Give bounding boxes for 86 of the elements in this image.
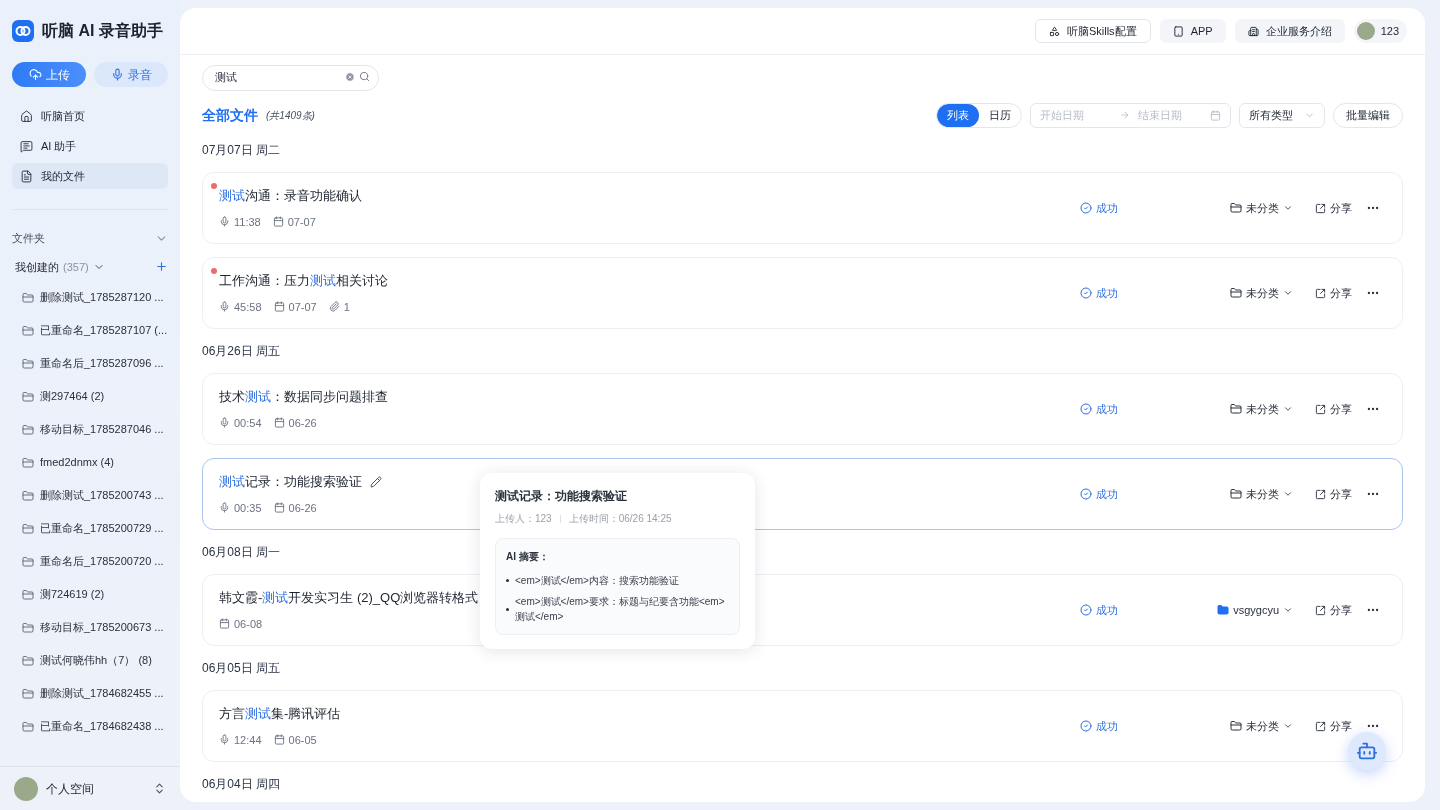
file-title[interactable]: 韩文霞-测试开发实习生 (2)_QQ浏览器转格式 <box>219 588 479 608</box>
status-text: 成功 <box>1096 200 1118 216</box>
file-card[interactable]: 技术测试：数据同步问题排查 00:54 06-26 成功 未分类 分享 <box>202 373 1403 445</box>
folder-select[interactable]: 未分类 <box>1246 400 1279 418</box>
attachment-count: 1 <box>343 299 350 315</box>
date-group-label: 06月04日 周四 <box>202 776 281 793</box>
folder-item[interactable]: fmed2dnmx (4) <box>0 446 180 479</box>
file-title[interactable]: 测试记录：功能搜索验证 <box>219 472 362 492</box>
summary-title: AI 摘要： <box>506 550 550 564</box>
header-button[interactable]: APP <box>1159 19 1226 43</box>
status-text: 成功 <box>1096 602 1118 618</box>
file-date: 06-08 <box>234 616 263 632</box>
share-link[interactable]: 分享 <box>1330 717 1352 735</box>
header-button[interactable]: 企业服务介绍 <box>1234 19 1345 43</box>
nav-item[interactable]: AI 助手 <box>12 133 168 159</box>
file-date: 07-07 <box>287 214 316 230</box>
search-field[interactable]: 测试 <box>202 64 379 91</box>
file-date: 06-05 <box>288 732 317 748</box>
type-select[interactable]: 所有类型 <box>1239 102 1325 128</box>
file-title[interactable]: 工作沟通：压力测试相关讨论 <box>219 271 388 291</box>
folder-select[interactable]: 未分类 <box>1246 717 1279 735</box>
status-text: 成功 <box>1096 401 1118 417</box>
upload-time: 上传时间：06/26 14:25 <box>568 512 672 526</box>
duration: 11:38 <box>234 214 261 230</box>
folder-count: (357) <box>63 259 89 275</box>
date-group-label: 06月08日 周一 <box>202 544 281 561</box>
folder-item[interactable]: 重命名后_1785200720 ... <box>0 545 180 578</box>
folder-item[interactable]: 已重命名_1784682438 ... <box>0 710 180 743</box>
folder-item[interactable]: 移动目标_1785200673 ... <box>0 611 180 644</box>
folder-item[interactable]: 删除测试_1785287120 ... <box>0 281 180 314</box>
folder-group-label[interactable]: 我创建的 <box>15 258 59 275</box>
folder-item[interactable]: 测724619 (2) <box>0 578 180 611</box>
folder-item[interactable]: 测297464 (2) <box>0 380 180 413</box>
nav-item[interactable]: 听脑首页 <box>12 103 168 129</box>
account-label[interactable]: 个人空间 <box>46 779 94 798</box>
duration: 00:35 <box>234 500 262 516</box>
date-group-label: 06月05日 周五 <box>202 660 281 677</box>
folder-item[interactable]: 已重命名_1785200729 ... <box>0 512 180 545</box>
view-tab[interactable]: 日历 <box>979 103 1021 127</box>
app-title: 听脑 AI 录音助手 <box>42 21 163 41</box>
page-title: 全部文件 <box>202 105 258 125</box>
file-card[interactable]: 工作沟通：压力测试相关讨论 45:58 07-07 1 成功 未分类 分享 <box>202 257 1403 329</box>
file-card[interactable]: 测试沟通：录音功能确认 11:38 07-07 成功 未分类 分享 <box>202 172 1403 244</box>
folder-item[interactable]: 删除测试_1784682455 ... <box>0 677 180 710</box>
file-date: 06-26 <box>288 500 317 516</box>
share-link[interactable]: 分享 <box>1330 400 1352 418</box>
folder-item[interactable]: 移动目标_1785287046 ... <box>0 413 180 446</box>
folder-select[interactable]: 未分类 <box>1246 199 1279 217</box>
nav-item[interactable]: 我的文件 <box>12 163 168 189</box>
folder-select[interactable]: vsgygcyu <box>1233 601 1279 619</box>
share-link[interactable]: 分享 <box>1330 199 1352 217</box>
folder-select[interactable]: 未分类 <box>1246 485 1279 503</box>
folder-item[interactable]: 删除测试_1785200743 ... <box>0 479 180 512</box>
duration: 45:58 <box>234 299 262 315</box>
folder-select[interactable]: 未分类 <box>1246 284 1279 302</box>
folder-item[interactable]: 重命名后_1785287096 ... <box>0 347 180 380</box>
folder-item[interactable]: 已重命名_1785287107 (... <box>0 314 180 347</box>
record-button[interactable]: 录音 <box>94 62 168 87</box>
status-text: 成功 <box>1096 285 1118 301</box>
file-count: (共1409条) <box>266 108 315 123</box>
file-title[interactable]: 方言测试集-腾讯评估 <box>219 704 341 724</box>
status-text: 成功 <box>1096 718 1118 734</box>
section-title: 文件夹 <box>12 231 45 246</box>
file-card[interactable]: 方言测试集-腾讯评估 12:44 06-05 成功 未分类 分享 <box>202 690 1403 762</box>
uploader: 上传人：123 <box>495 512 552 526</box>
header-button[interactable]: 听脑Skills配置 <box>1034 19 1151 43</box>
status-text: 成功 <box>1096 486 1118 502</box>
upload-button[interactable]: 上传 <box>12 62 86 87</box>
user-chip[interactable]: 123 <box>1353 19 1407 43</box>
share-link[interactable]: 分享 <box>1330 485 1352 503</box>
view-tab[interactable]: 列表 <box>937 103 979 127</box>
date-group-label: 06月26日 周五 <box>202 343 281 360</box>
folder-item[interactable]: 测试何晓伟hh（7） (8) <box>0 644 180 677</box>
popup-title: 测试记录：功能搜索验证 <box>495 488 628 505</box>
summary-point: <em>测试</em>内容：搜索功能验证 <box>515 574 679 588</box>
file-title[interactable]: 测试沟通：录音功能确认 <box>219 186 362 206</box>
file-date: 07-07 <box>288 299 317 315</box>
duration: 00:54 <box>234 415 262 431</box>
file-title[interactable]: 技术测试：数据同步问题排查 <box>219 387 388 407</box>
file-date: 06-26 <box>288 415 317 431</box>
user-name: 123 <box>1380 23 1399 39</box>
share-link[interactable]: 分享 <box>1330 601 1352 619</box>
duration: 12:44 <box>234 732 262 748</box>
share-link[interactable]: 分享 <box>1330 284 1352 302</box>
summary-point: <em>测试</em>要求：标题与纪要含功能<em>测试</em> <box>515 595 726 624</box>
date-group-label: 07月07日 周二 <box>202 142 281 159</box>
